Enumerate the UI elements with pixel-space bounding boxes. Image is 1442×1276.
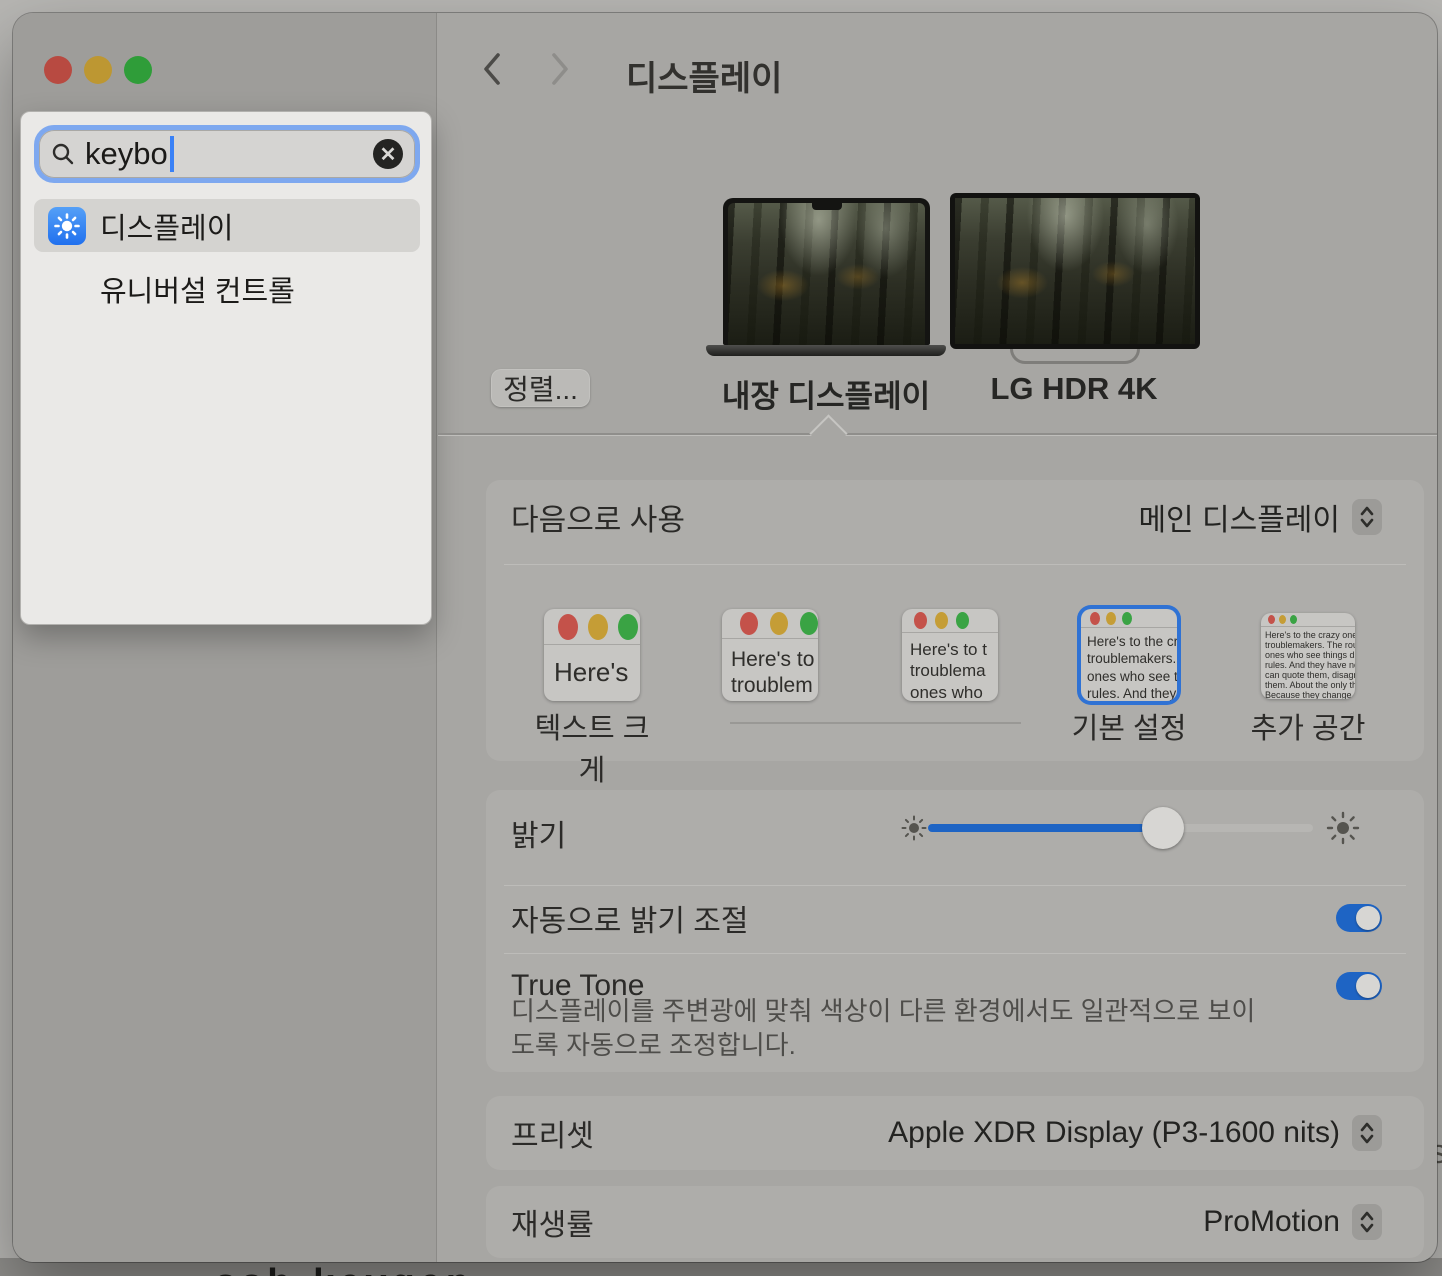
window-controls	[44, 56, 152, 84]
scale-option-larger-text[interactable]: Here's	[544, 609, 640, 701]
brightness-slider-fill	[928, 824, 1163, 832]
sidebar: keybo ✕	[13, 13, 437, 1262]
system-settings-window: keybo ✕	[13, 13, 1437, 1262]
scale-options-connector-line	[730, 722, 1021, 724]
up-down-chevrons-icon	[1358, 1210, 1376, 1234]
true-tone-description: 디스플레이를 주변광에 맞춰 색상이 다른 환경에서도 일관적으로 보이도록 자…	[511, 994, 1256, 1063]
brightness-slider-knob[interactable]	[1142, 807, 1184, 849]
scale-label-default: 기본 설정	[1059, 705, 1199, 747]
mini-zoom-icon	[1122, 612, 1132, 625]
auto-brightness-label: 자동으로 밝기 조절	[511, 896, 748, 940]
close-button[interactable]	[44, 56, 72, 84]
zoom-button[interactable]	[124, 56, 152, 84]
page-title: 디스플레이	[626, 51, 782, 100]
up-down-chevrons-icon	[1358, 505, 1376, 529]
forward-button[interactable]	[549, 51, 571, 87]
brightness-label: 밝기	[511, 811, 566, 855]
refresh-rate-dropdown[interactable]	[1352, 1204, 1382, 1240]
toggle-knob	[1356, 974, 1380, 998]
text-cursor	[170, 136, 174, 172]
mini-minimize-icon	[1279, 615, 1286, 624]
toggle-knob	[1356, 906, 1380, 930]
mini-minimize-icon	[935, 612, 948, 629]
minimize-button[interactable]	[84, 56, 112, 84]
mini-zoom-icon	[1290, 615, 1297, 624]
search-query: keybo	[85, 136, 168, 172]
builtin-display-thumbnail[interactable]	[723, 198, 930, 345]
selected-display-pointer	[809, 414, 847, 452]
brightness-slider[interactable]	[900, 806, 1380, 850]
up-down-chevrons-icon	[1358, 1121, 1376, 1145]
mini-close-icon	[1268, 615, 1275, 624]
use-as-value: 메인 디스플레이	[1138, 495, 1340, 539]
brightness-high-icon	[1326, 811, 1360, 845]
search-result-displays[interactable]: 디스플레이	[34, 199, 420, 252]
preset-card: 프리셋 Apple XDR Display (P3-1600 nits)	[486, 1096, 1424, 1170]
mini-minimize-icon	[1106, 612, 1116, 625]
true-tone-toggle[interactable]	[1336, 972, 1382, 1000]
arrange-button[interactable]: 정렬...	[491, 369, 590, 407]
monitor-stand	[1010, 349, 1140, 364]
wallpaper-image	[955, 198, 1195, 344]
mini-minimize-icon	[588, 614, 608, 640]
refresh-rate-card: 재생률 ProMotion	[486, 1186, 1424, 1258]
result-label: 디스플레이	[100, 205, 233, 247]
scale-option-3[interactable]: Here's to t troublema ones who	[902, 609, 998, 701]
display-brightness-icon	[48, 207, 86, 245]
mini-zoom-icon	[618, 614, 638, 640]
laptop-notch	[812, 203, 842, 210]
preset-label: 프리셋	[511, 1111, 594, 1155]
brightness-low-icon	[901, 815, 927, 841]
refresh-rate-label: 재생률	[511, 1200, 594, 1244]
scale-label-larger-text: 텍스트 크게	[522, 705, 662, 789]
resolution-card: 다음으로 사용 메인 디스플레이	[486, 480, 1424, 761]
laptop-base	[706, 345, 946, 356]
slider-track[interactable]	[928, 824, 1313, 832]
clear-search-button[interactable]: ✕	[373, 139, 403, 169]
use-as-dropdown[interactable]	[1352, 499, 1382, 535]
section-divider	[438, 433, 1437, 435]
mini-close-icon	[740, 612, 758, 635]
external-display-thumbnail[interactable]	[950, 193, 1200, 349]
mini-close-icon	[914, 612, 927, 629]
scale-option-more-space[interactable]: Here's to the crazy one troublemakers. T…	[1261, 613, 1355, 699]
terminal-text: ssh-keygen	[215, 1262, 474, 1276]
brightness-card: 밝기	[486, 790, 1424, 1072]
use-as-label: 다음으로 사용	[511, 495, 685, 539]
scale-option-2[interactable]: Here's to troublem	[722, 609, 818, 701]
search-results-panel: keybo ✕	[20, 111, 432, 625]
preset-dropdown[interactable]	[1352, 1115, 1382, 1151]
back-button[interactable]	[481, 51, 503, 87]
mini-zoom-icon	[956, 612, 969, 629]
search-icon	[51, 142, 75, 166]
display-settings-pane: 디스플레이 내장 디스플레이 LG HDR 4K 정렬... 다음으로 사용 메…	[438, 13, 1437, 1262]
refresh-rate-value: ProMotion	[1203, 1205, 1340, 1239]
result-label: 유니버설 컨트롤	[100, 268, 295, 310]
external-display-name: LG HDR 4K	[924, 371, 1224, 407]
mini-zoom-icon	[800, 612, 818, 635]
search-input[interactable]: keybo ✕	[34, 125, 420, 183]
mini-close-icon	[1090, 612, 1100, 625]
auto-brightness-toggle[interactable]	[1336, 904, 1382, 932]
wallpaper-image	[728, 203, 925, 345]
mini-close-icon	[558, 614, 578, 640]
scale-label-more-space: 추가 공간	[1238, 705, 1378, 747]
scale-option-default[interactable]: Here's to the cr troublemakers. ones who…	[1081, 609, 1177, 701]
preset-value: Apple XDR Display (P3-1600 nits)	[888, 1116, 1340, 1150]
search-result-universal-control[interactable]: 유니버설 컨트롤	[34, 262, 420, 315]
mini-minimize-icon	[770, 612, 788, 635]
